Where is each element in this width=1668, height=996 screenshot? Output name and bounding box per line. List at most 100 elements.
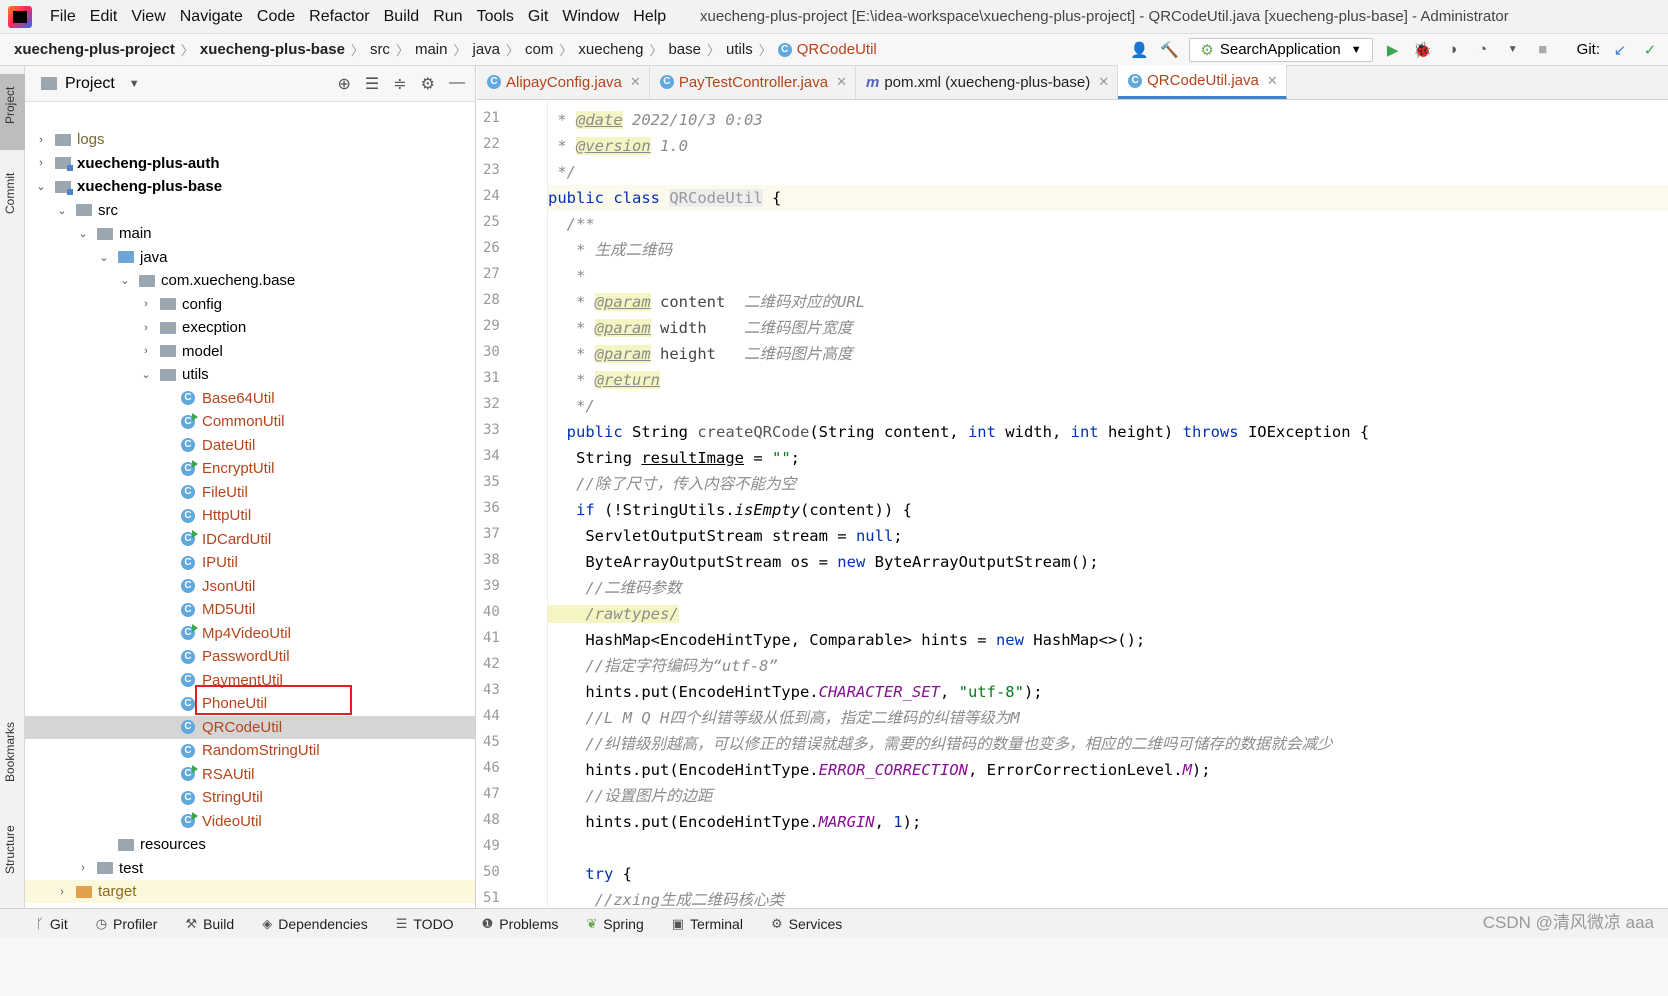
tree-item[interactable]: › execption <box>25 316 475 339</box>
problems-tool-button[interactable]: ❶ Problems <box>482 916 559 932</box>
git-tool-button[interactable]: ᚴ Git <box>36 916 68 932</box>
commit-tool-button[interactable]: Commit <box>3 173 17 214</box>
breadcrumb-java[interactable]: java <box>472 41 500 58</box>
close-icon[interactable]: ✕ <box>1267 73 1278 89</box>
tree-item[interactable]: C JsonUtil <box>25 575 475 598</box>
spring-tool-button[interactable]: ❦ Spring <box>586 916 643 932</box>
dependencies-tool-button[interactable]: ◈ Dependencies <box>262 916 368 932</box>
chevron-down-icon[interactable]: ⌄ <box>56 204 68 217</box>
chevron-right-icon[interactable]: › <box>140 345 152 357</box>
menu-refactor[interactable]: Refactor <box>309 8 369 26</box>
menu-window[interactable]: Window <box>562 8 619 26</box>
profiler-tool-button[interactable]: ◷ Profiler <box>96 916 158 932</box>
tree-item[interactable]: C PhoneUtil <box>25 692 475 715</box>
gear-icon[interactable]: ⚙ <box>421 74 435 94</box>
breadcrumb-src[interactable]: src <box>370 41 390 58</box>
chevron-down-icon[interactable]: ▼ <box>1503 40 1523 60</box>
tree-item[interactable]: C IPUtil <box>25 551 475 574</box>
chevron-down-icon[interactable]: ⌄ <box>119 274 131 287</box>
tree-item[interactable]: C RandomStringUtil <box>25 739 475 762</box>
close-icon[interactable]: ✕ <box>836 74 847 90</box>
code-editor[interactable]: * @date 2022/10/3 0:03 * @version 1.0 */… <box>548 100 1668 908</box>
menu-navigate[interactable]: Navigate <box>180 8 243 26</box>
menu-file[interactable]: File <box>50 8 76 26</box>
tree-item[interactable]: C PaymentUtil <box>25 669 475 692</box>
editor-tab[interactable]: C PayTestController.java ✕ <box>650 65 856 99</box>
menu-view[interactable]: View <box>131 8 165 26</box>
project-tool-button[interactable]: Project <box>3 87 17 124</box>
menu-git[interactable]: Git <box>528 8 548 26</box>
chevron-right-icon[interactable]: › <box>56 886 68 898</box>
hammer-icon[interactable]: 🔨 <box>1159 40 1179 60</box>
tree-item[interactable]: › target <box>25 880 475 903</box>
tree-item[interactable]: ⌄ java <box>25 246 475 269</box>
editor-tab[interactable]: C QRCodeUtil.java ✕ <box>1118 65 1287 99</box>
tree-item[interactable]: ⌄ src <box>25 199 475 222</box>
bookmarks-tool-button[interactable]: Bookmarks <box>3 722 17 782</box>
tree-item[interactable]: C CommonUtil <box>25 410 475 433</box>
run-icon[interactable]: ▶ <box>1383 40 1403 60</box>
tree-item[interactable]: ⌄ main <box>25 222 475 245</box>
close-icon[interactable]: ✕ <box>1098 74 1109 90</box>
close-icon[interactable]: ✕ <box>630 74 641 90</box>
breadcrumb-file[interactable]: QRCodeUtil <box>797 41 877 58</box>
tree-item[interactable]: C HttpUtil <box>25 504 475 527</box>
menu-code[interactable]: Code <box>257 8 295 26</box>
git-commit-icon[interactable]: ✓ <box>1640 40 1660 60</box>
chevron-down-icon[interactable]: ⌄ <box>77 227 89 240</box>
menu-build[interactable]: Build <box>384 8 420 26</box>
tree-item[interactable]: C IDCardUtil <box>25 528 475 551</box>
tree-item[interactable]: › model <box>25 340 475 363</box>
profile-icon[interactable]: ◔ <box>1473 40 1493 60</box>
tree-item[interactable]: C EncryptUtil <box>25 457 475 480</box>
editor-tab[interactable]: m pom.xml (xuecheng-plus-base) ✕ <box>856 65 1119 99</box>
breadcrumb-base[interactable]: base <box>668 41 701 58</box>
terminal-tool-button[interactable]: ▣ Terminal <box>672 916 743 932</box>
tree-item[interactable]: C StringUtil <box>25 786 475 809</box>
locate-icon[interactable]: ⊕ <box>338 74 351 94</box>
tree-item[interactable]: C FileUtil <box>25 481 475 504</box>
tree-item[interactable]: C VideoUtil <box>25 810 475 833</box>
menu-run[interactable]: Run <box>433 8 462 26</box>
chevron-right-icon[interactable]: › <box>35 134 47 146</box>
tree-item[interactable]: › logs <box>25 128 475 151</box>
breadcrumb-module[interactable]: xuecheng-plus-base <box>200 41 345 58</box>
chevron-right-icon[interactable]: › <box>140 322 152 334</box>
minimize-icon[interactable]: — <box>449 74 465 94</box>
tree-item[interactable]: › test <box>25 857 475 880</box>
run-config-select[interactable]: ⚙ SearchApplication ▼ <box>1189 37 1373 62</box>
tree-item[interactable]: C Mp4VideoUtil <box>25 622 475 645</box>
chevron-down-icon[interactable]: ⌄ <box>140 368 152 381</box>
chevron-down-icon[interactable]: ▼ <box>129 78 140 90</box>
editor-tab[interactable]: C AlipayConfig.java ✕ <box>477 65 650 99</box>
expand-all-icon[interactable]: ☰ <box>365 74 379 94</box>
user-icon[interactable]: 👤 <box>1129 40 1149 60</box>
tree-item[interactable]: C MD5Util <box>25 598 475 621</box>
menu-help[interactable]: Help <box>633 8 666 26</box>
tree-item[interactable]: C RSAUtil <box>25 763 475 786</box>
breadcrumb-project[interactable]: xuecheng-plus-project <box>14 41 175 58</box>
tree-item[interactable]: › config <box>25 293 475 316</box>
debug-icon[interactable]: 🐞 <box>1413 40 1433 60</box>
collapse-all-icon[interactable]: ≑ <box>393 74 406 94</box>
menu-tools[interactable]: Tools <box>477 8 514 26</box>
breadcrumb-utils[interactable]: utils <box>726 41 753 58</box>
chevron-right-icon[interactable]: › <box>77 862 89 874</box>
stop-icon[interactable]: ■ <box>1533 40 1553 60</box>
chevron-down-icon[interactable]: ⌄ <box>98 251 110 264</box>
tree-item[interactable]: C QRCodeUtil <box>25 715 475 739</box>
menu-edit[interactable]: Edit <box>90 8 118 26</box>
git-update-icon[interactable]: ↙ <box>1610 40 1630 60</box>
breadcrumb-xuecheng[interactable]: xuecheng <box>578 41 643 58</box>
structure-tool-button[interactable]: Structure <box>3 825 17 874</box>
tree-item[interactable]: resources <box>25 833 475 856</box>
chevron-right-icon[interactable]: › <box>140 298 152 310</box>
tree-item[interactable]: › xuecheng-plus-auth <box>25 152 475 175</box>
tree-item[interactable]: C PasswordUtil <box>25 645 475 668</box>
tree-item[interactable]: ⌄ utils <box>25 363 475 386</box>
chevron-down-icon[interactable]: ⌄ <box>35 180 47 193</box>
services-tool-button[interactable]: ⚙ Services <box>771 916 842 932</box>
breadcrumb-main[interactable]: main <box>415 41 448 58</box>
tree-item[interactable]: ⌄ xuecheng-plus-base <box>25 175 475 198</box>
coverage-icon[interactable]: ◑ <box>1443 40 1463 60</box>
